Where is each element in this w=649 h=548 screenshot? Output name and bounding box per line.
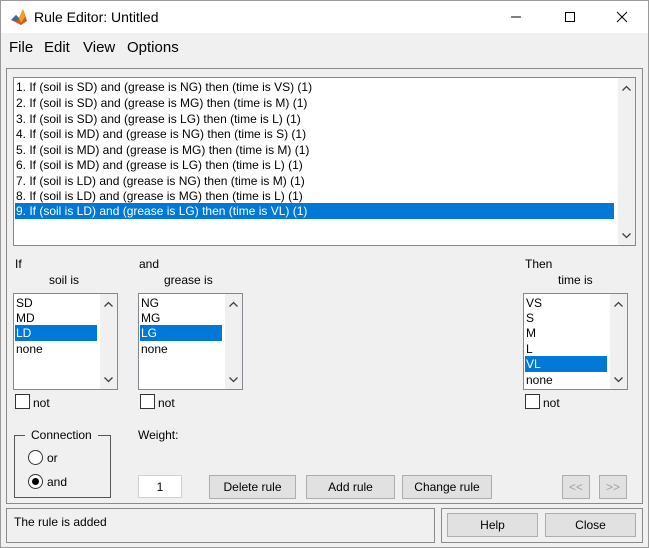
soil-item[interactable]: MD xyxy=(15,310,97,326)
close-button[interactable]: Close xyxy=(545,513,636,537)
soil-not-label: not xyxy=(33,396,50,410)
weight-input[interactable] xyxy=(138,475,182,498)
rule-item[interactable]: 7. If (soil is LD) and (grease is NG) th… xyxy=(15,173,614,189)
minimize-button[interactable] xyxy=(493,1,539,33)
status-text: The rule is added xyxy=(14,515,107,529)
rule-item[interactable]: 4. If (soil is MD) and (grease is NG) th… xyxy=(15,126,614,142)
menu-options[interactable]: Options xyxy=(127,39,179,56)
and-label: and xyxy=(139,257,160,271)
rules-listbox[interactable]: 1. If (soil is SD) and (grease is NG) th… xyxy=(13,77,636,246)
weight-label: Weight: xyxy=(138,428,179,442)
grease-not-label: not xyxy=(158,396,175,410)
rule-item[interactable]: 6. If (soil is MD) and (grease is LG) th… xyxy=(15,157,614,173)
add-rule-button[interactable]: Add rule xyxy=(306,475,395,499)
chevron-up-icon xyxy=(614,301,623,307)
next-rules-button[interactable]: >> xyxy=(599,475,627,499)
connection-group: Connection or and xyxy=(14,428,111,498)
or-label: or xyxy=(47,451,58,465)
menu-bar: File Edit View Options xyxy=(1,36,648,60)
grease-not-checkbox[interactable] xyxy=(140,394,155,409)
soil-label: soil is xyxy=(49,273,80,287)
close-window-button[interactable] xyxy=(599,1,645,33)
chevron-down-icon xyxy=(614,376,623,382)
rule-editor-window: Rule Editor: Untitled File Edit View Opt… xyxy=(0,0,649,548)
or-radio[interactable] xyxy=(28,450,43,465)
chevron-up-icon xyxy=(622,85,631,91)
time-item[interactable]: M xyxy=(525,325,607,341)
delete-rule-button[interactable]: Delete rule xyxy=(209,475,296,499)
then-label: Then xyxy=(525,257,553,271)
time-item[interactable]: VS xyxy=(525,295,607,311)
matlab-icon xyxy=(11,9,27,25)
and-option-label: and xyxy=(47,475,68,489)
scroll-up-button[interactable] xyxy=(225,295,242,312)
chevron-down-icon xyxy=(104,376,113,382)
time-item[interactable]: S xyxy=(525,310,607,326)
grease-item[interactable]: NG xyxy=(140,295,222,311)
help-button[interactable]: Help xyxy=(447,513,538,537)
time-label: time is xyxy=(558,273,593,287)
rule-item[interactable]: 8. If (soil is LD) and (grease is MG) th… xyxy=(15,188,614,204)
status-panel: The rule is added xyxy=(6,508,435,543)
scroll-down-button[interactable] xyxy=(225,371,242,388)
time-item[interactable]: none xyxy=(525,372,607,388)
scroll-down-button[interactable] xyxy=(618,227,635,244)
soil-scrollbar[interactable] xyxy=(100,294,117,389)
scroll-up-button[interactable] xyxy=(610,295,627,312)
maximize-icon xyxy=(565,12,575,22)
rule-item[interactable]: 2. If (soil is SD) and (grease is MG) th… xyxy=(15,95,614,111)
time-not-checkbox[interactable] xyxy=(525,394,540,409)
connection-title: Connection xyxy=(25,428,98,442)
scroll-down-button[interactable] xyxy=(100,371,117,388)
rule-item[interactable]: 1. If (soil is SD) and (grease is NG) th… xyxy=(15,79,614,95)
time-not-label: not xyxy=(543,396,560,410)
rule-item[interactable]: 5. If (soil is MD) and (grease is MG) th… xyxy=(15,142,614,158)
maximize-button[interactable] xyxy=(547,1,593,33)
window-title: Rule Editor: Untitled xyxy=(34,9,159,25)
grease-scrollbar[interactable] xyxy=(225,294,242,389)
soil-item[interactable]: SD xyxy=(15,295,97,311)
grease-item[interactable]: MG xyxy=(140,310,222,326)
soil-item-selected[interactable]: LD xyxy=(15,325,97,341)
title-bar: Rule Editor: Untitled xyxy=(1,1,648,33)
rule-item[interactable]: 3. If (soil is SD) and (grease is LG) th… xyxy=(15,111,614,127)
grease-listbox[interactable]: NG MG LG none xyxy=(138,293,243,390)
chevron-down-icon xyxy=(622,232,631,238)
time-item[interactable]: L xyxy=(525,341,607,357)
time-item-selected[interactable]: VL xyxy=(525,356,607,372)
scroll-up-button[interactable] xyxy=(100,295,117,312)
menu-file[interactable]: File xyxy=(9,39,33,56)
time-scrollbar[interactable] xyxy=(610,294,627,389)
soil-item[interactable]: none xyxy=(15,341,97,357)
rules-scrollbar[interactable] xyxy=(618,78,635,245)
scroll-down-button[interactable] xyxy=(610,371,627,388)
scroll-up-button[interactable] xyxy=(618,79,635,96)
grease-label: grease is xyxy=(164,273,213,287)
time-listbox[interactable]: VS S M L VL none xyxy=(523,293,628,390)
rule-item-selected[interactable]: 9. If (soil is LD) and (grease is LG) th… xyxy=(15,203,614,219)
chevron-up-icon xyxy=(104,301,113,307)
close-icon xyxy=(616,11,628,23)
change-rule-button[interactable]: Change rule xyxy=(402,475,492,499)
and-radio[interactable] xyxy=(28,474,43,489)
menu-edit[interactable]: Edit xyxy=(44,39,70,56)
chevron-down-icon xyxy=(229,376,238,382)
grease-item[interactable]: none xyxy=(140,341,222,357)
grease-item-selected[interactable]: LG xyxy=(140,325,222,341)
menu-view[interactable]: View xyxy=(83,39,115,56)
soil-listbox[interactable]: SD MD LD none xyxy=(13,293,118,390)
soil-not-checkbox[interactable] xyxy=(15,394,30,409)
radio-selected-dot xyxy=(32,478,39,485)
chevron-up-icon xyxy=(229,301,238,307)
if-label: If xyxy=(15,257,22,271)
previous-rules-button[interactable]: << xyxy=(562,475,590,499)
minimize-icon xyxy=(511,16,521,18)
